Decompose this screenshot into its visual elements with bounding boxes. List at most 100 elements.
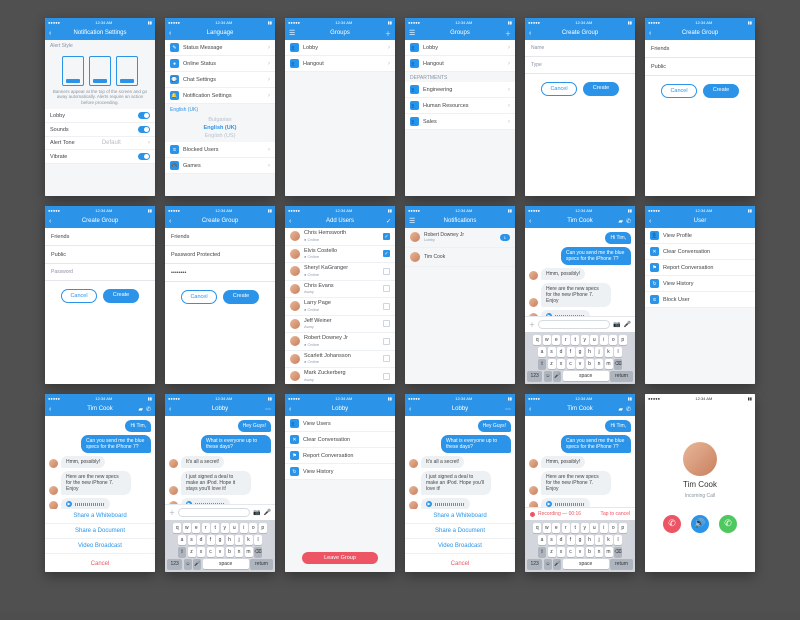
user-row[interactable]: Chris Hemsworth● Online✓ [285, 228, 395, 246]
alert-none[interactable] [62, 56, 84, 86]
key[interactable]: n [595, 359, 603, 369]
video-broadcast[interactable]: Video Broadcast [45, 539, 155, 554]
row-sounds[interactable]: Sounds [45, 123, 155, 137]
row-vibrate[interactable]: Vibrate [45, 150, 155, 164]
key-emoji[interactable]: ☺ [544, 559, 552, 569]
key-123[interactable]: 123 [527, 559, 542, 569]
keyboard[interactable]: qwertyuiopasdfghjkl⇧zxcvbnm⌫123☺🎤spacere… [525, 520, 635, 572]
key[interactable]: r [202, 523, 210, 533]
share-document[interactable]: Share a Document [45, 524, 155, 539]
key-emoji[interactable]: ☺ [544, 371, 552, 381]
key[interactable]: d [197, 535, 205, 545]
key[interactable]: z [188, 547, 196, 557]
key[interactable]: s [188, 535, 196, 545]
key[interactable]: d [557, 347, 565, 357]
video-icon[interactable]: ▰ [618, 406, 623, 413]
checkbox[interactable] [383, 338, 390, 345]
accept-button[interactable]: ✆ [719, 515, 737, 533]
key[interactable]: v [576, 359, 584, 369]
menu-icon[interactable]: ☰ [289, 29, 295, 37]
key[interactable]: i [600, 523, 608, 533]
key[interactable]: y [581, 523, 589, 533]
back-icon[interactable]: ‹ [289, 406, 291, 413]
cancel-button[interactable]: Cancel [661, 84, 697, 98]
key[interactable]: ⇧ [538, 359, 546, 369]
action-clear-conv[interactable]: ✕Clear Conversation [285, 432, 395, 448]
more-icon[interactable]: ⋯ [265, 406, 271, 413]
back-icon[interactable]: ‹ [49, 30, 51, 37]
key[interactable]: h [586, 347, 594, 357]
checkbox[interactable] [383, 355, 390, 362]
key[interactable]: x [557, 359, 565, 369]
key[interactable]: i [240, 523, 248, 533]
menu-icon[interactable]: ☰ [409, 29, 415, 37]
key[interactable]: j [235, 535, 243, 545]
cancel-hint[interactable]: Tap to cancel [601, 511, 630, 517]
key[interactable]: y [581, 335, 589, 345]
keyboard[interactable]: qwertyuiopasdfghjkl⇧zxcvbnm⌫123☺🎤spacere… [525, 332, 635, 384]
key[interactable]: j [595, 347, 603, 357]
attach-icon[interactable]: ＋ [169, 508, 175, 517]
key[interactable]: e [552, 523, 560, 533]
key[interactable]: q [533, 523, 541, 533]
key[interactable]: ⌫ [614, 359, 622, 369]
row-online-status[interactable]: ●Online Status› [165, 56, 275, 72]
sheet-cancel[interactable]: Cancel [405, 556, 515, 572]
key[interactable]: b [226, 547, 234, 557]
key[interactable]: l [614, 347, 622, 357]
row-games[interactable]: 🎮Games› [165, 158, 275, 174]
key[interactable]: u [590, 335, 598, 345]
password-input[interactable]: Password [45, 264, 155, 281]
language-picker[interactable]: Bulgarian English (UK) English (US) [165, 114, 275, 142]
notif-item[interactable]: Robert Downey JrLobby 1 [405, 228, 515, 248]
phone-icon[interactable]: ✆ [626, 218, 631, 225]
user-row[interactable]: Mark ZuckerbergAway [285, 368, 395, 384]
key[interactable]: a [538, 535, 546, 545]
key[interactable]: p [619, 335, 627, 345]
action-block-user[interactable]: ⦸Block User [645, 292, 755, 308]
key-return[interactable]: return [250, 559, 273, 569]
row-notif-settings[interactable]: 🔔Notification Settings› [165, 88, 275, 104]
audio-message[interactable]: ▶ [61, 498, 110, 509]
phone-icon[interactable]: ✆ [626, 406, 631, 413]
user-row[interactable]: Chris EvansAway [285, 281, 395, 299]
camera-icon[interactable]: 📷 [613, 321, 620, 328]
alert-style-picker[interactable] [45, 50, 155, 89]
alert-banner[interactable] [89, 56, 111, 86]
key[interactable]: b [586, 359, 594, 369]
play-icon[interactable]: ▶ [426, 501, 432, 507]
key[interactable]: c [567, 547, 575, 557]
key[interactable]: o [609, 335, 617, 345]
mic-icon[interactable]: 🎤 [624, 321, 631, 328]
key[interactable]: i [600, 335, 608, 345]
key[interactable]: l [614, 535, 622, 545]
key[interactable]: k [605, 347, 613, 357]
back-icon[interactable]: ‹ [409, 406, 411, 413]
name-input[interactable]: Name [525, 40, 635, 57]
key[interactable]: m [605, 359, 613, 369]
create-button[interactable]: Create [583, 82, 619, 96]
key[interactable]: g [576, 535, 584, 545]
key[interactable]: ⌫ [254, 547, 262, 557]
key[interactable]: m [245, 547, 253, 557]
checkbox[interactable]: ✓ [383, 233, 390, 240]
audio-message[interactable]: ▶ [541, 498, 590, 507]
password-input[interactable]: •••••••• [165, 264, 275, 282]
key[interactable]: c [207, 547, 215, 557]
user-row[interactable]: Elvis Costello● Online✓ [285, 246, 395, 264]
create-button[interactable]: Create [103, 289, 139, 303]
back-icon[interactable]: ‹ [529, 218, 531, 225]
key[interactable]: u [230, 523, 238, 533]
share-document[interactable]: Share a Document [405, 524, 515, 539]
key[interactable]: x [557, 547, 565, 557]
action-report-conv[interactable]: ⚑Report Conversation [285, 448, 395, 464]
toggle[interactable] [138, 126, 150, 133]
key[interactable]: p [619, 523, 627, 533]
type-select[interactable]: Type [525, 57, 635, 74]
toggle[interactable] [138, 112, 150, 119]
key[interactable]: g [216, 535, 224, 545]
action-clear-conv[interactable]: ✕Clear Conversation [645, 244, 755, 260]
key[interactable]: p [259, 523, 267, 533]
checkbox[interactable] [383, 303, 390, 310]
add-icon[interactable]: ＋ [505, 29, 511, 38]
